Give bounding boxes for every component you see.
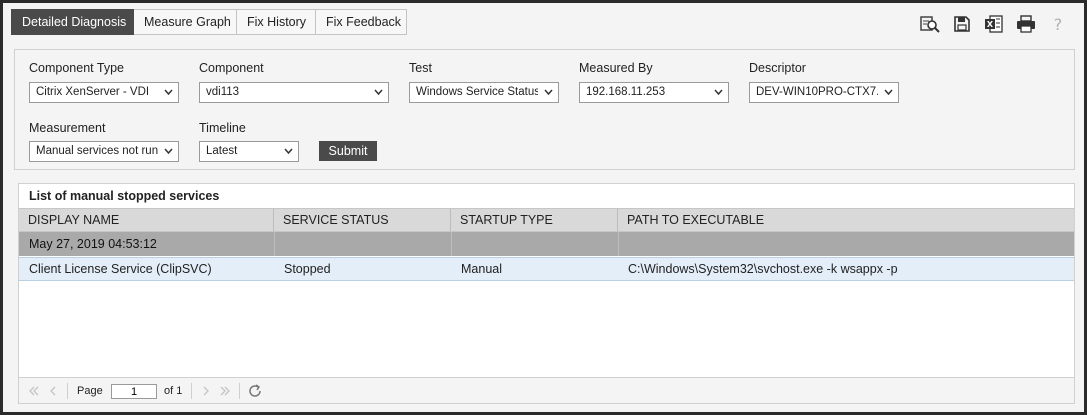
component-type-select[interactable]: Citrix XenServer - VDI (29, 82, 179, 103)
measured-by-select[interactable]: 192.168.11.253 (579, 82, 729, 103)
group-row: May 27, 2019 04:53:12 (19, 232, 1074, 256)
column-header-service-status[interactable]: SERVICE STATUS (274, 209, 451, 231)
chevron-down-icon (284, 148, 293, 155)
grid-header: DISPLAY NAME SERVICE STATUS STARTUP TYPE… (19, 208, 1074, 232)
chevron-down-icon (884, 89, 893, 96)
print-icon[interactable] (1010, 12, 1042, 36)
chevron-down-icon (544, 89, 553, 96)
column-header-startup-type[interactable]: STARTUP TYPE (451, 209, 618, 231)
page-label: Page (77, 385, 103, 397)
cell-startup-type: Manual (461, 262, 502, 276)
component-select[interactable]: vdi113 (199, 82, 389, 103)
tab-bar: Detailed Diagnosis Measure Graph Fix His… (11, 9, 407, 35)
first-page-icon[interactable] (27, 384, 41, 398)
chevron-down-icon (164, 89, 173, 96)
descriptor-label: Descriptor (749, 61, 806, 75)
svg-text:X: X (987, 20, 994, 29)
column-header-display-name[interactable]: DISPLAY NAME (19, 209, 274, 231)
toolbar: X ? (914, 12, 1074, 36)
zoom-search-icon[interactable] (914, 12, 946, 36)
pager: Page of 1 (19, 377, 1074, 403)
measured-by-label: Measured By (579, 61, 653, 75)
diagnosis-window: Detailed Diagnosis Measure Graph Fix His… (0, 0, 1087, 415)
table-row[interactable]: Client License Service (ClipSVC) Stopped… (19, 257, 1074, 281)
tab-fix-history[interactable]: Fix History (237, 9, 316, 35)
chevron-down-icon (374, 89, 383, 96)
cell-path-to-executable: C:\Windows\System32\svchost.exe -k wsapp… (628, 262, 898, 276)
tab-measure-graph[interactable]: Measure Graph (134, 9, 237, 35)
submit-button[interactable]: Submit (319, 141, 377, 161)
test-label: Test (409, 61, 432, 75)
group-timestamp: May 27, 2019 04:53:12 (29, 237, 157, 251)
measurement-label: Measurement (29, 121, 106, 135)
pager-divider (191, 383, 192, 399)
svg-text:?: ? (1054, 15, 1063, 33)
pager-divider (67, 383, 68, 399)
excel-export-icon[interactable]: X (978, 12, 1010, 36)
tab-fix-feedback[interactable]: Fix Feedback (316, 9, 407, 35)
page-number-input[interactable] (111, 384, 157, 399)
cell-display-name: Client License Service (ClipSVC) (29, 262, 212, 276)
page-of-label: of 1 (164, 385, 183, 397)
results-title: List of manual stopped services (29, 189, 220, 203)
column-header-path-to-executable[interactable]: PATH TO EXECUTABLE (618, 209, 1074, 231)
filter-panel: Component Type Citrix XenServer - VDI Co… (14, 49, 1075, 170)
results-panel: List of manual stopped services DISPLAY … (18, 183, 1075, 404)
descriptor-select[interactable]: DEV-WIN10PRO-CTX7.18 (749, 82, 899, 103)
column-divider (451, 232, 452, 256)
column-divider (274, 232, 275, 256)
component-label: Component (199, 61, 264, 75)
previous-page-icon[interactable] (46, 384, 60, 398)
last-page-icon[interactable] (218, 384, 232, 398)
cell-service-status: Stopped (284, 262, 331, 276)
refresh-icon[interactable] (247, 383, 263, 399)
column-divider (618, 232, 619, 256)
component-type-label: Component Type (29, 61, 124, 75)
help-icon[interactable]: ? (1042, 12, 1074, 36)
chevron-down-icon (164, 148, 173, 155)
timeline-label: Timeline (199, 121, 246, 135)
chevron-down-icon (714, 89, 723, 96)
save-icon[interactable] (946, 12, 978, 36)
tab-detailed-diagnosis[interactable]: Detailed Diagnosis (11, 9, 134, 35)
timeline-select[interactable]: Latest (199, 141, 299, 162)
next-page-icon[interactable] (199, 384, 213, 398)
pager-divider (239, 383, 240, 399)
measurement-select[interactable]: Manual services not running (29, 141, 179, 162)
test-select[interactable]: Windows Service Status (409, 82, 559, 103)
